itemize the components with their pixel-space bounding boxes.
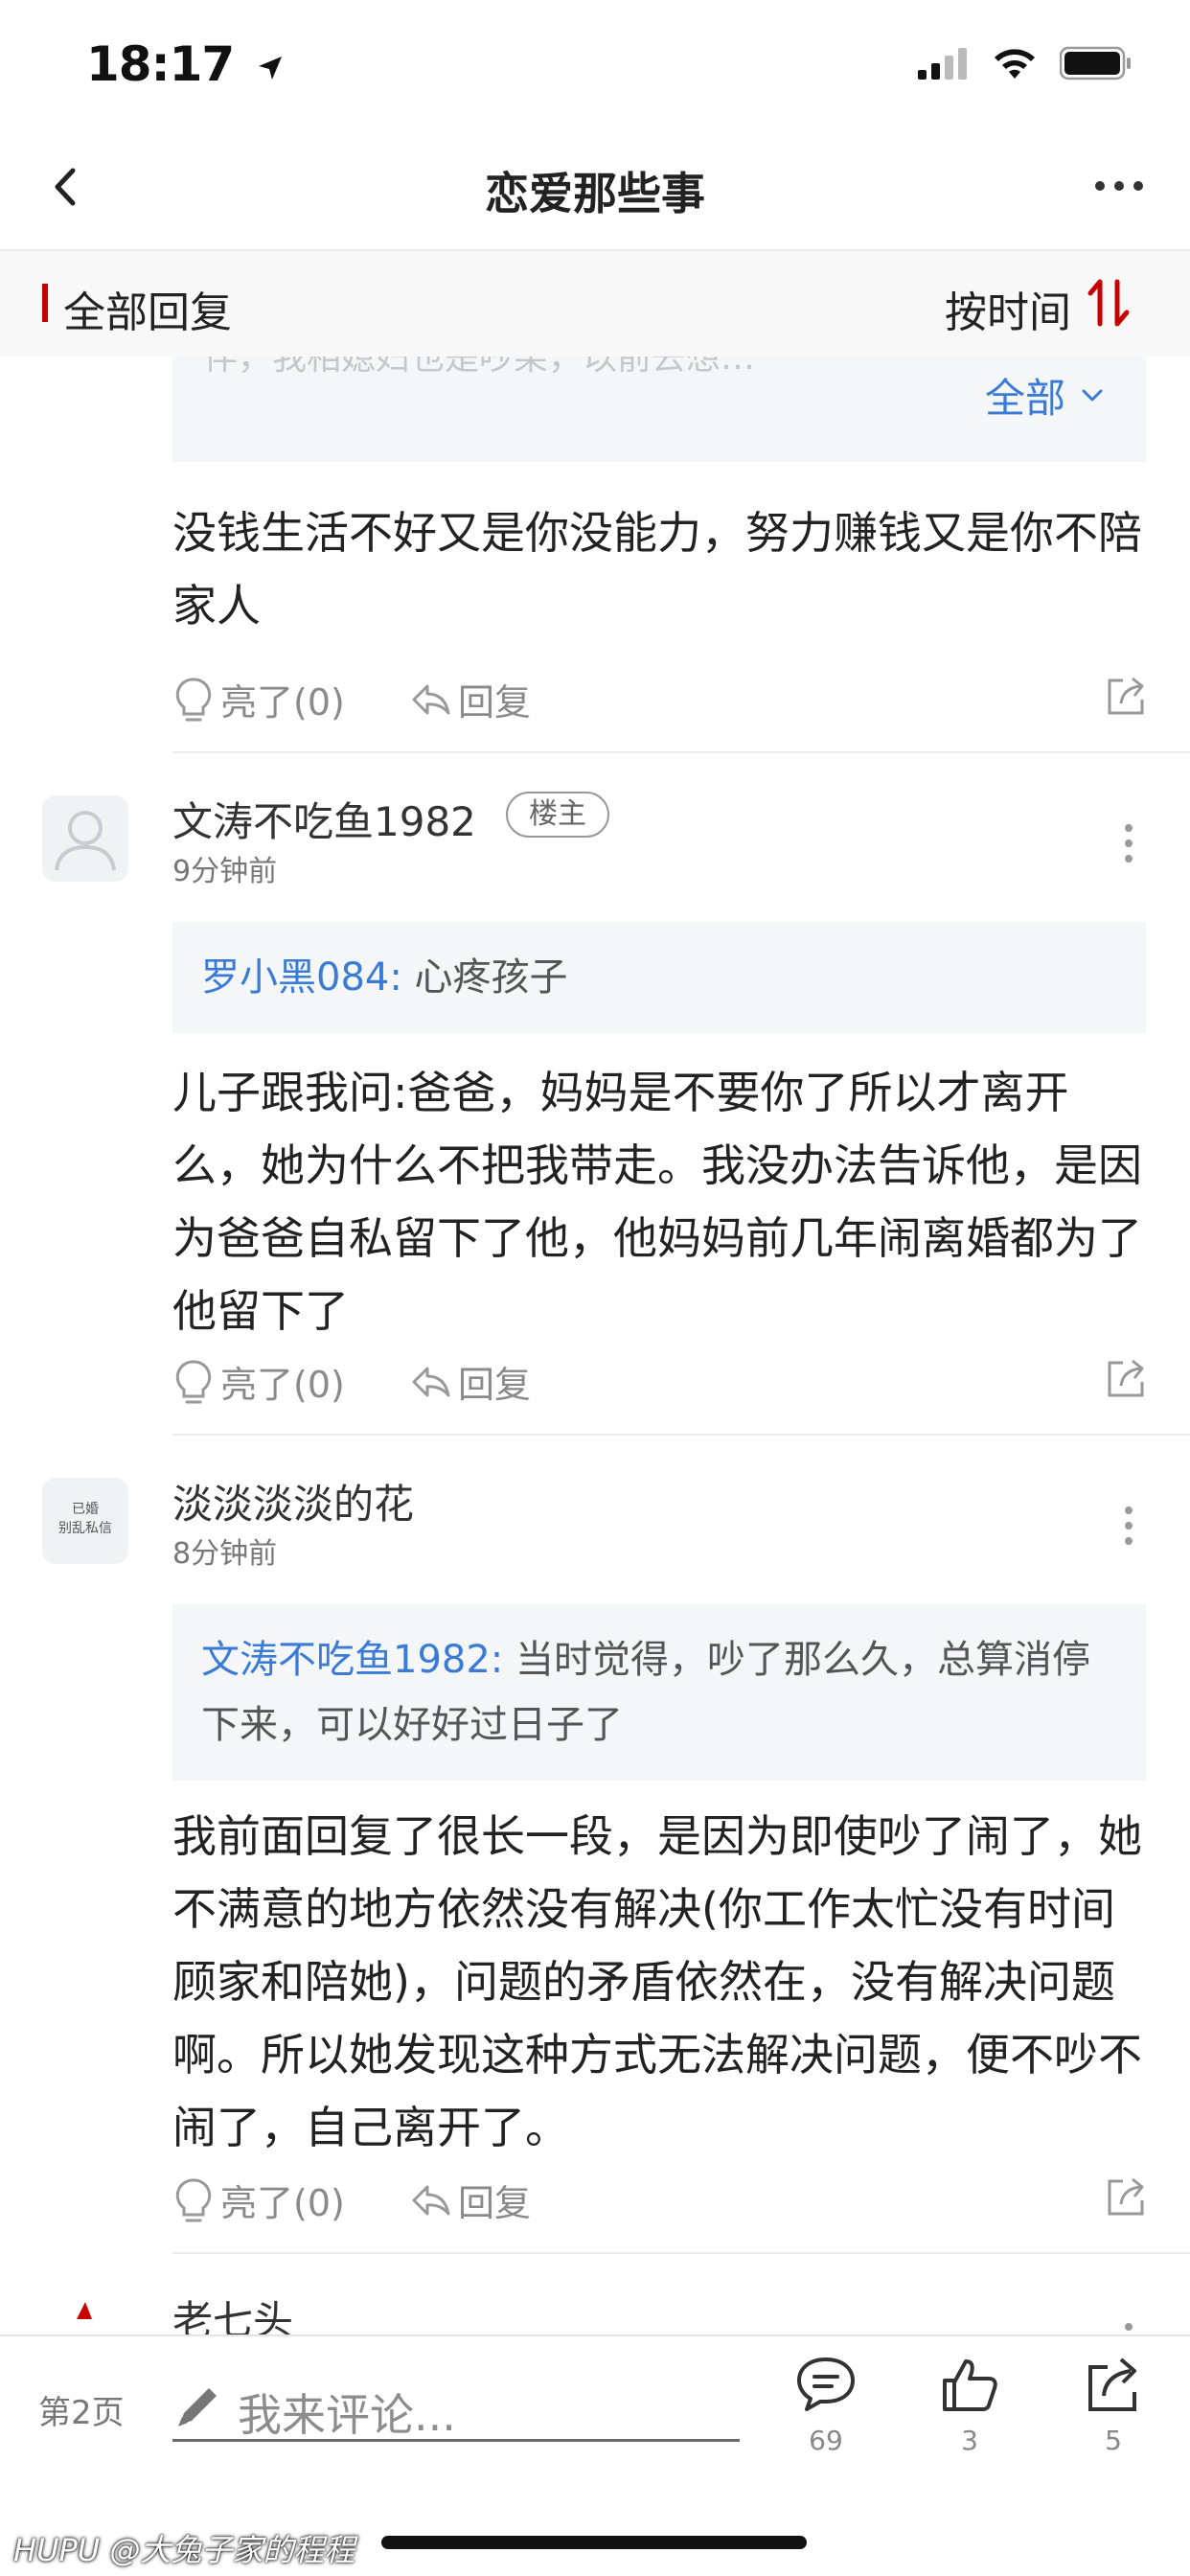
like-label: 亮了(0): [220, 1364, 345, 1406]
reply-text: 儿子跟我问:爸爸，妈妈是不要你了所以才离开么，她为什么不把我带走。我没办法告诉他…: [172, 1067, 1142, 1337]
post-time: 8分钟前: [172, 1537, 278, 1571]
share-icon[interactable]: [1104, 2174, 1150, 2220]
share-post-button[interactable]: 5: [1065, 2356, 1161, 2456]
username[interactable]: 老七头: [172, 2288, 293, 2334]
page-title: 恋爱那些事: [485, 168, 705, 219]
more-options-icon[interactable]: [1090, 167, 1148, 205]
reply-arrow-icon: [412, 1367, 450, 1396]
reply-actions: 亮了(0) 回复: [172, 673, 1150, 730]
shares-count: 5: [1105, 2425, 1122, 2456]
like-label: 亮了(0): [220, 681, 345, 724]
avatar[interactable]: 已婚 别乱私信: [42, 1478, 128, 1564]
username[interactable]: 淡淡淡淡的花: [172, 1472, 414, 1530]
reply-label: 回复: [458, 2182, 532, 2224]
nav-bar: 恋爱那些事: [0, 125, 1190, 251]
quoted-username[interactable]: 文涛不吃鱼1982:: [201, 1638, 503, 1682]
post-menu-icon[interactable]: [1123, 1505, 1134, 1547]
post-menu-icon[interactable]: [1123, 2321, 1134, 2334]
sort-by-time-button[interactable]: 按时间: [945, 278, 1071, 339]
post-menu-icon[interactable]: [1123, 822, 1134, 864]
comment-bubble-icon: [797, 2358, 855, 2411]
chevron-down-icon: [1082, 389, 1103, 401]
quoted-username[interactable]: 罗小黑084:: [201, 955, 402, 1000]
expand-all-label: 全部: [984, 375, 1065, 422]
default-avatar-icon: [55, 811, 116, 871]
cellular-signal-icon: [918, 48, 967, 80]
reply-button[interactable]: 回复: [410, 1355, 531, 1408]
lightbulb-icon: [175, 1359, 212, 1403]
username[interactable]: 文涛不吃鱼1982: [172, 790, 476, 848]
status-bar: 18:17: [0, 0, 1190, 125]
comment-input[interactable]: 我来评论...: [172, 2373, 740, 2442]
like-label: 亮了(0): [220, 2182, 345, 2224]
expand-all-button[interactable]: 全部: [985, 366, 1104, 425]
avatar-caption: 已婚: [72, 1502, 99, 1517]
reply-arrow-icon: [412, 2185, 450, 2215]
comments-count: 69: [809, 2425, 843, 2456]
wifi-icon: [995, 49, 1035, 79]
reply-text: 没钱生活不好又是你没能力，努力赚钱又是你不陪家人: [172, 507, 1142, 632]
lightbulb-icon: [175, 677, 212, 721]
reply-label: 回复: [458, 681, 532, 724]
quoted-reply: 罗小黑084: 心疼孩子: [172, 922, 1146, 1033]
location-arrow-icon: [258, 56, 282, 80]
avatar[interactable]: [42, 2296, 128, 2334]
like-button[interactable]: 亮了(0): [172, 673, 345, 725]
page-indicator[interactable]: 第2页: [38, 2386, 125, 2433]
pencil-icon: [178, 2388, 217, 2426]
comment-placeholder: 我来评论...: [238, 2389, 456, 2441]
reply-actions: 亮了(0) 回复: [172, 2174, 1150, 2231]
quoted-text: 心疼孩子: [401, 955, 568, 1000]
reply-button[interactable]: 回复: [410, 2174, 531, 2226]
status-icons: [918, 44, 1133, 82]
post-time: 9分钟前: [172, 855, 278, 888]
section-title: 全部回复: [63, 288, 232, 337]
avatar-emblem-icon: [77, 2302, 92, 2319]
op-badge: 楼主: [506, 792, 609, 838]
section-accent-mark: [42, 284, 48, 322]
comments-button[interactable]: 69: [778, 2356, 874, 2456]
quoted-reply: 文涛不吃鱼1982: 当时觉得，吵了那么久，总算消停下来，可以好好过日子了: [172, 1604, 1146, 1781]
battery-icon: [1060, 46, 1131, 80]
reply-label: 回复: [458, 1364, 532, 1406]
quoted-reply-text: 伴，我相媳妇也是吵架，以前去想…: [203, 356, 756, 378]
reply-arrow-icon: [412, 684, 450, 714]
likes-count: 3: [961, 2425, 978, 2456]
status-time: 18:17: [86, 36, 285, 92]
watermark: HUPU @大兔子家的程程: [13, 2532, 355, 2568]
sort-arrows-icon[interactable]: [1085, 278, 1133, 328]
reply-text: 我前面回复了很长一段，是因为即使吵了闹了，她不满意的地方依然没有解决(你工作太忙…: [172, 1810, 1142, 2153]
quoted-reply: 伴，我相媳妇也是吵架，以前去想… 全部: [172, 356, 1146, 462]
divider: [172, 751, 1190, 753]
like-post-button[interactable]: 3: [922, 2356, 1018, 2456]
replies-list[interactable]: 伴，我相媳妇也是吵架，以前去想… 全部 没钱生活不好又是你没能力，努力赚钱又是你…: [0, 356, 1190, 2334]
thumbs-up-icon: [943, 2359, 997, 2411]
share-icon[interactable]: [1104, 673, 1150, 719]
reply-button[interactable]: 回复: [410, 673, 531, 725]
home-indicator[interactable]: [381, 2536, 807, 2549]
share-icon[interactable]: [1104, 1355, 1150, 1401]
like-button[interactable]: 亮了(0): [172, 2174, 345, 2226]
replies-section-header: 全部回复 按时间: [0, 251, 1190, 356]
reply-actions: 亮了(0) 回复: [172, 1355, 1150, 1413]
like-button[interactable]: 亮了(0): [172, 1355, 345, 1408]
avatar-caption: 别乱私信: [58, 1521, 112, 1536]
share-icon: [1088, 2358, 1136, 2411]
divider: [172, 2252, 1190, 2254]
avatar[interactable]: [42, 795, 128, 882]
lightbulb-icon: [175, 2177, 212, 2221]
divider: [172, 1434, 1190, 1436]
